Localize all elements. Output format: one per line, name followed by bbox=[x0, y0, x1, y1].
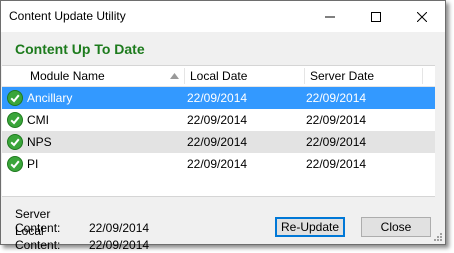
close-button[interactable]: Close bbox=[361, 217, 431, 237]
re-update-button[interactable]: Re-Update bbox=[275, 217, 345, 237]
check-circle-icon bbox=[7, 134, 23, 150]
module-list[interactable]: Module Name Local Date Server Date Ancil… bbox=[2, 65, 435, 197]
column-separator[interactable] bbox=[184, 68, 185, 84]
window-title: Content Update Utility bbox=[9, 9, 126, 23]
server-date: 22/09/2014 bbox=[306, 113, 367, 127]
column-separator[interactable] bbox=[422, 68, 423, 84]
local-date: 22/09/2014 bbox=[187, 157, 248, 171]
close-window-button[interactable] bbox=[399, 1, 445, 32]
close-icon bbox=[417, 11, 427, 22]
local-date: 22/09/2014 bbox=[187, 135, 248, 149]
list-item[interactable]: CMI 22/09/2014 22/09/2014 bbox=[2, 109, 435, 131]
title-bar[interactable]: Content Update Utility bbox=[1, 1, 445, 32]
column-header-local-date[interactable]: Local Date bbox=[190, 66, 247, 86]
page-title: Content Up To Date bbox=[15, 41, 145, 57]
local-date: 22/09/2014 bbox=[187, 113, 248, 127]
maximize-icon bbox=[371, 11, 381, 22]
local-content-status: Local Content: 22/09/2014 bbox=[15, 224, 149, 252]
column-header-module[interactable]: Module Name bbox=[30, 66, 105, 86]
check-circle-icon bbox=[7, 156, 23, 172]
local-date: 22/09/2014 bbox=[187, 91, 248, 105]
local-content-label: Local Content: bbox=[15, 224, 61, 252]
local-content-value: 22/09/2014 bbox=[89, 238, 150, 252]
check-circle-icon bbox=[7, 112, 23, 128]
column-header-server-date[interactable]: Server Date bbox=[310, 66, 374, 86]
resize-grip-icon[interactable] bbox=[433, 232, 443, 242]
list-item[interactable]: Ancillary 22/09/2014 22/09/2014 bbox=[2, 87, 435, 109]
check-circle-icon bbox=[7, 90, 23, 106]
server-date: 22/09/2014 bbox=[306, 157, 367, 171]
list-item[interactable]: PI 22/09/2014 22/09/2014 bbox=[2, 153, 435, 175]
maximize-button[interactable] bbox=[353, 1, 399, 32]
server-date: 22/09/2014 bbox=[306, 91, 367, 105]
content-update-window: Content Update Utility Content Up To Dat… bbox=[0, 0, 446, 252]
list-item[interactable]: NPS 22/09/2014 22/09/2014 bbox=[2, 131, 435, 153]
column-separator[interactable] bbox=[304, 68, 305, 84]
minimize-button[interactable] bbox=[307, 1, 353, 32]
sort-ascending-icon bbox=[170, 73, 179, 79]
module-name: Ancillary bbox=[27, 91, 73, 105]
module-name: CMI bbox=[27, 113, 49, 127]
server-date: 22/09/2014 bbox=[306, 135, 367, 149]
minimize-icon bbox=[325, 16, 335, 17]
list-header: Module Name Local Date Server Date bbox=[2, 66, 435, 87]
module-name: PI bbox=[27, 157, 39, 171]
module-name: NPS bbox=[27, 135, 52, 149]
